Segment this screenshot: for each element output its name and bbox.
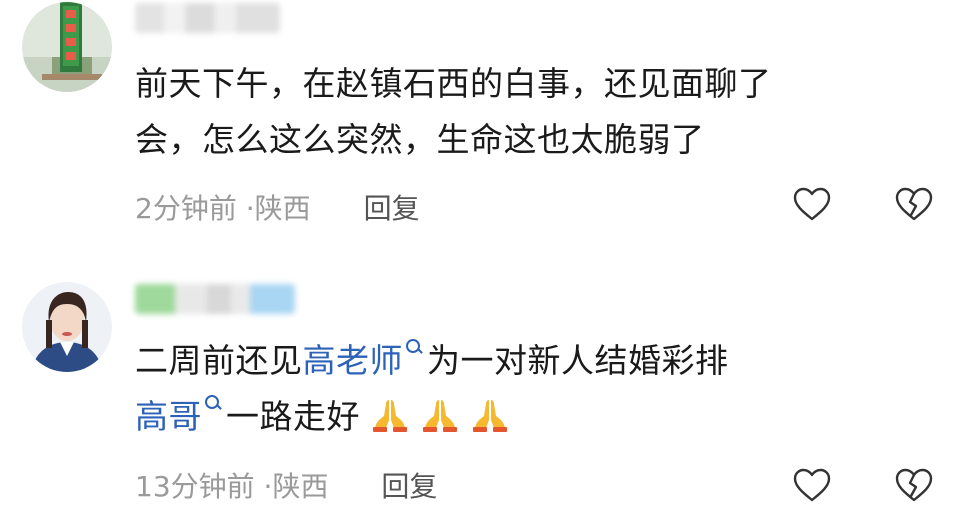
comment-text-line: 高哥 一路走好	[135, 389, 915, 445]
comment-text-line: 二周前还见高老师 为一对新人结婚彩排	[135, 333, 915, 389]
comment-meta: 13分钟前 ·陕西 回复	[135, 465, 437, 505]
comment-time: 13分钟前	[135, 470, 255, 503]
meta-separator: ·	[245, 192, 255, 225]
reply-button[interactable]: 回复	[381, 470, 437, 503]
mention-link[interactable]: 高哥	[135, 397, 202, 436]
comment-text-segment: 二周前还见	[135, 341, 303, 380]
comment-text-segment: 一路走好	[226, 397, 360, 436]
folded-hands-emoji-icon	[473, 400, 507, 432]
avatar[interactable]	[22, 282, 112, 372]
folded-hands-emoji-icon	[373, 400, 407, 432]
comment-text-line: 会，怎么这么突然，生命这也太脆弱了	[135, 120, 705, 159]
folded-hands-emoji-icon	[423, 400, 457, 432]
comment-text: 二周前还见高老师 为一对新人结婚彩排 高哥 一路走好	[135, 333, 915, 445]
comment-text-segment: 为一对新人结婚彩排	[427, 341, 729, 380]
broken-heart-icon[interactable]	[894, 466, 934, 506]
comment-meta: 2分钟前 ·陕西 回复	[135, 187, 420, 227]
username-blurred[interactable]	[135, 3, 280, 33]
search-icon[interactable]	[405, 338, 423, 356]
broken-heart-icon[interactable]	[894, 185, 934, 225]
comment-location: 陕西	[272, 470, 329, 503]
heart-like-icon[interactable]	[792, 185, 832, 225]
comment-text-line: 前天下午，在赵镇石西的白事，还见面聊了	[135, 64, 772, 103]
mention-link[interactable]: 高老师	[303, 341, 404, 380]
comment-item: 二周前还见高老师 为一对新人结婚彩排 高哥 一路走好 13分钟前 ·陕西 回复	[0, 262, 960, 503]
comment-time: 2分钟前	[135, 192, 237, 225]
reply-button[interactable]: 回复	[364, 192, 420, 225]
comment-location: 陕西	[254, 192, 311, 225]
heart-like-icon[interactable]	[792, 466, 832, 506]
avatar[interactable]	[22, 2, 112, 92]
search-icon[interactable]	[204, 394, 222, 412]
comment-item: 前天下午，在赵镇石西的白事，还见面聊了 会，怎么这么突然，生命这也太脆弱了 2分…	[0, 0, 960, 260]
avatar-image	[22, 2, 112, 92]
username-blurred[interactable]	[135, 284, 295, 314]
comment-text: 前天下午，在赵镇石西的白事，还见面聊了 会，怎么这么突然，生命这也太脆弱了	[135, 56, 915, 168]
avatar-image	[22, 282, 112, 372]
